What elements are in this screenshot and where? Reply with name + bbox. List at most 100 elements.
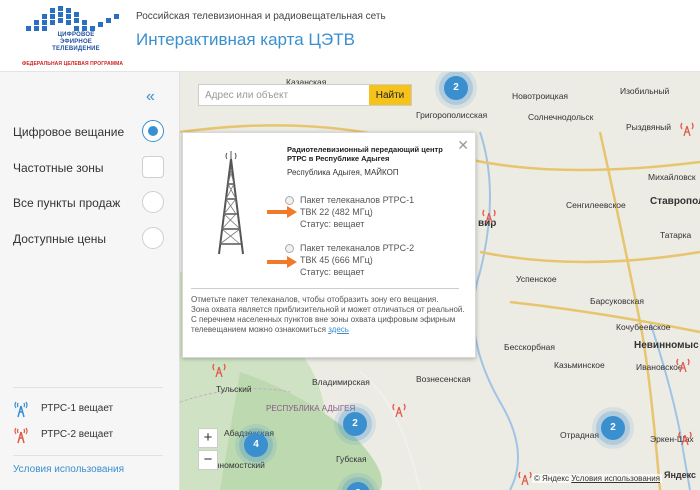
header: ЦИФРОВОЕ ЭФИРНОЕ ТЕЛЕВИДЕНИЕ ФЕДЕРАЛЬНАЯ… xyxy=(0,0,700,72)
red-tower-icon[interactable] xyxy=(676,357,690,373)
menu-item-label: Цифровое вещание xyxy=(13,125,125,139)
logo[interactable]: ЦИФРОВОЕ ЭФИРНОЕ ТЕЛЕВИДЕНИЕ ФЕДЕРАЛЬНАЯ… xyxy=(16,6,126,68)
logo-square xyxy=(58,12,63,17)
divider xyxy=(191,288,459,289)
legend-rtrs1: РТРС-1 вещает xyxy=(13,400,163,418)
logo-square xyxy=(50,14,55,19)
logo-line-2: ЭФИРНОЕ xyxy=(59,39,93,45)
logo-square xyxy=(106,18,111,23)
logo-square xyxy=(26,26,31,31)
package-channel: ТВК 45 (666 МГц) xyxy=(300,255,373,265)
logo-square xyxy=(34,20,39,25)
logo-square xyxy=(98,22,103,27)
map-label: Барсуковская xyxy=(590,296,644,306)
popup-note: Отметьте пакет телеканалов, чтобы отобра… xyxy=(191,295,471,335)
logo-square xyxy=(82,20,87,25)
red-tower-icon[interactable] xyxy=(678,430,692,446)
legend-label: РТРС-1 вещает xyxy=(41,403,114,414)
collapse-sidebar-button[interactable]: « xyxy=(146,88,155,106)
map-label: Бесскорбная xyxy=(504,342,555,352)
logo-square xyxy=(42,20,47,25)
map-label: Татарка xyxy=(660,230,692,240)
logo-square xyxy=(58,6,63,11)
map-label: Кочубеевское xyxy=(616,322,671,332)
terms-link[interactable]: Условия использования xyxy=(13,464,124,475)
menu-item-digital-broadcast[interactable]: Цифровое вещание xyxy=(13,120,169,144)
search-button[interactable]: Найти xyxy=(369,85,411,105)
radio-selected[interactable] xyxy=(142,120,164,142)
map-label: Сенгилеевское xyxy=(566,200,626,210)
map-cluster[interactable]: 2 xyxy=(343,412,367,436)
logo-square xyxy=(82,26,87,31)
map-terms-link[interactable]: Условия использования xyxy=(571,474,660,483)
zoom-in-button[interactable]: + xyxy=(198,428,218,448)
tower-icon xyxy=(218,151,244,255)
logo-square xyxy=(90,26,95,31)
note-text: С перечнем населенных пунктов вне зоны о… xyxy=(191,315,456,334)
logo-line-1: ЦИФРОВОЕ xyxy=(57,32,95,38)
sidebar: « Цифровое вещание Частотные зоны Все пу… xyxy=(0,72,180,490)
package-status: Статус: вещает xyxy=(300,219,365,229)
map-label: енномостский xyxy=(210,460,265,470)
copyright-text: © Яндекс xyxy=(533,474,569,483)
note-text: Отметьте пакет телеканалов, чтобы отобра… xyxy=(191,295,439,304)
logo-program: ФЕДЕРАЛЬНАЯ ЦЕЛЕВАЯ ПРОГРАММА xyxy=(22,61,124,67)
logo-square xyxy=(50,8,55,13)
logo-square xyxy=(34,26,39,31)
divider xyxy=(13,387,163,388)
map-cluster[interactable]: 4 xyxy=(244,433,268,457)
map-label: Новотроицкая xyxy=(512,91,569,101)
logo-square xyxy=(74,18,79,23)
red-tower-icon xyxy=(14,427,28,444)
red-tower-icon[interactable] xyxy=(482,208,496,224)
map-label: Григорополисская xyxy=(416,110,488,120)
map-label: Рыздвяный xyxy=(626,122,672,132)
logo-square xyxy=(58,18,63,23)
menu-item-sales-points[interactable]: Все пункты продаж xyxy=(13,191,169,215)
logo-square xyxy=(66,14,71,19)
popup-address: Республика Адыгея, МАЙКОП xyxy=(287,168,399,177)
map-label: Солнечнодольск xyxy=(528,112,594,122)
red-tower-icon[interactable] xyxy=(212,362,226,378)
divider xyxy=(13,455,163,456)
radio[interactable] xyxy=(142,227,164,249)
arrow-right-icon xyxy=(267,206,297,218)
map-label: Казьминское xyxy=(554,360,605,370)
logo-square xyxy=(42,14,47,19)
radio[interactable] xyxy=(142,191,164,213)
logo-square xyxy=(66,20,71,25)
package-radio[interactable] xyxy=(285,244,294,253)
map-cluster[interactable]: 2 xyxy=(601,416,625,440)
menu-item-label: Доступные цены xyxy=(13,232,106,246)
popup-title: Радиотелевизионный передающий центр РТРС… xyxy=(287,145,443,163)
map-label: Отрадная xyxy=(560,430,599,440)
legend-label: РТРС-2 вещает xyxy=(41,429,114,440)
arrow-right-icon xyxy=(267,256,297,268)
map-label: Михайловск xyxy=(648,172,696,182)
logo-square xyxy=(50,20,55,25)
map-label: Успенское xyxy=(516,274,557,284)
station-popup: ✕ Радиотелевизионный передающий центр РТ… xyxy=(182,132,476,358)
package-name: Пакет телеканалов РТРС-2 xyxy=(300,243,415,253)
menu-item-frequency-zones[interactable]: Частотные зоны xyxy=(13,156,169,180)
page-title: Интерактивная карта ЦЭТВ xyxy=(136,30,355,49)
red-tower-icon[interactable] xyxy=(392,402,406,418)
map-cluster[interactable]: 2 xyxy=(444,76,468,100)
region-label: РЕСПУБЛИКА АДЫГЕЯ xyxy=(266,404,356,413)
package-radio[interactable] xyxy=(285,196,294,205)
note-text: Зона охвата является приблизительной и м… xyxy=(191,305,465,314)
logo-square xyxy=(114,14,119,19)
map-label: Вознесенская xyxy=(416,374,471,384)
zoom-out-button[interactable]: − xyxy=(198,450,218,470)
search-bar: Найти xyxy=(198,84,412,106)
search-input[interactable] xyxy=(199,85,371,105)
checkbox[interactable] xyxy=(142,156,164,178)
menu-item-label: Частотные зоны xyxy=(13,161,104,175)
blue-tower-icon xyxy=(14,401,28,418)
red-tower-icon[interactable] xyxy=(518,470,532,486)
note-link[interactable]: здесь xyxy=(328,325,349,334)
menu-item-prices[interactable]: Доступные цены xyxy=(13,227,169,251)
logo-square xyxy=(42,26,47,31)
yandex-logo[interactable]: Яндекс xyxy=(664,470,696,480)
red-tower-icon[interactable] xyxy=(680,121,694,137)
